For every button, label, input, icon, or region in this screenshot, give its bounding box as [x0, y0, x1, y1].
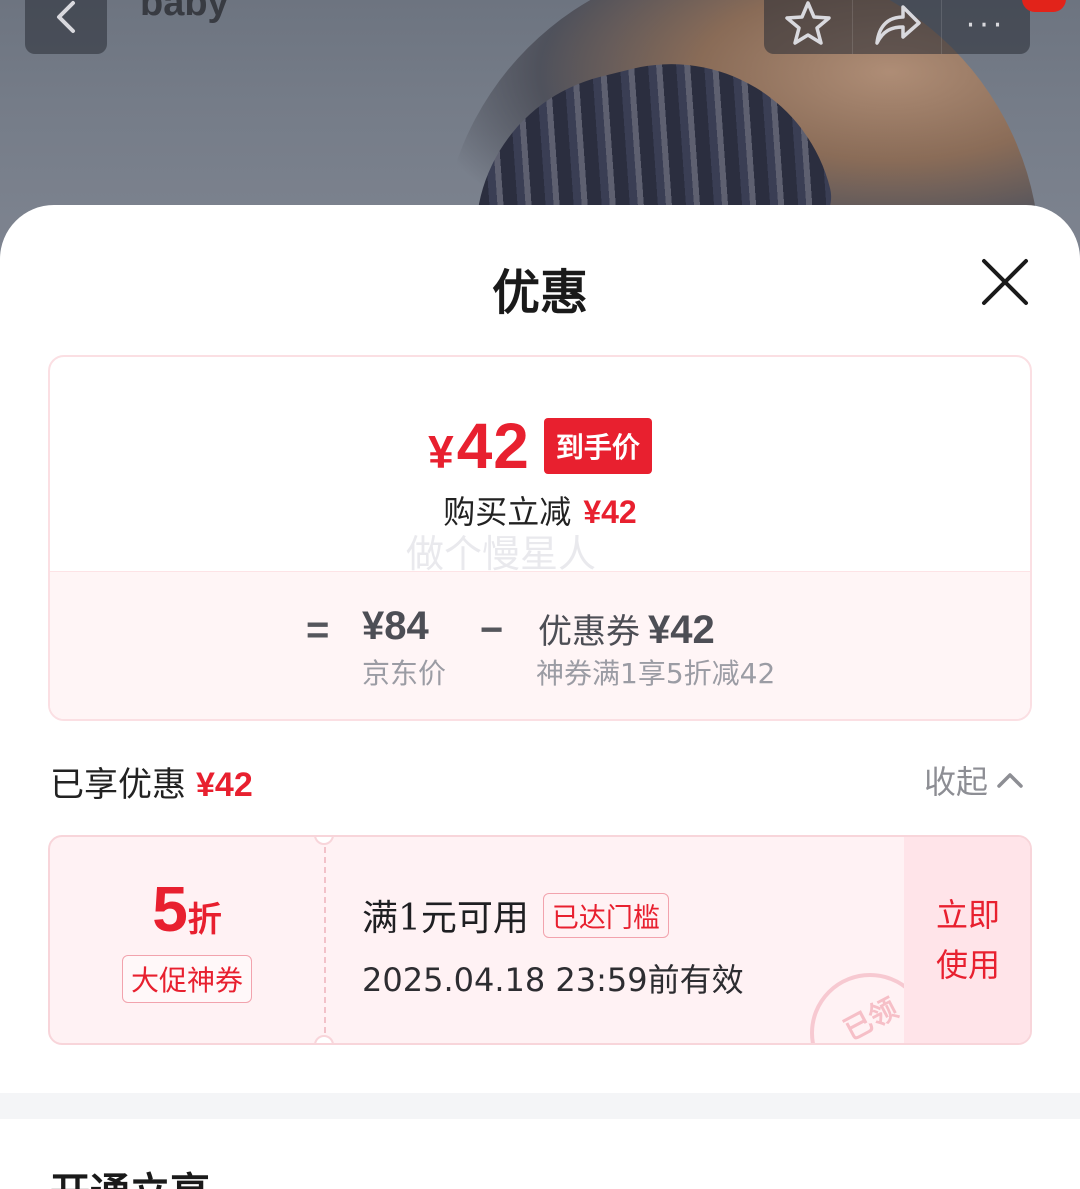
coupon-deduction: 优惠券 ¥42 [538, 604, 715, 653]
section-separator [0, 1093, 1080, 1119]
coupon-rate-value: 5 [152, 873, 188, 945]
favorite-button[interactable] [764, 0, 852, 54]
more-dots-icon: ··· [965, 8, 1007, 43]
coupon-description: 神券满1享5折减42 [536, 657, 776, 690]
enjoyed-amount: ¥42 [196, 766, 253, 804]
final-price-tag: 到手价 [543, 418, 652, 474]
close-button[interactable] [978, 255, 1032, 309]
final-price-value: 42 [456, 410, 530, 482]
back-button[interactable] [25, 0, 107, 54]
final-price: ¥42 [428, 409, 530, 483]
notification-badge [1022, 0, 1066, 12]
back-arrow-icon [57, 1, 75, 33]
header-actions: ··· [764, 0, 1030, 54]
sheet-title: 优惠 [491, 265, 588, 321]
price-breakdown: = ¥84 京东价 − 优惠券 ¥42 神券满1享5折减42 [50, 571, 1030, 719]
jd-price: ¥84 [362, 604, 429, 648]
close-icon [982, 259, 1028, 305]
coupon-details: 满1元可用 已达门槛 2025.04.18 23:59前有效 [362, 889, 744, 1001]
coupon-condition-row: 满1元可用 已达门槛 [362, 889, 744, 941]
share-icon [875, 5, 921, 45]
coupon-type-tag: 大促神券 [121, 955, 252, 1003]
chevron-up-icon [997, 773, 1023, 788]
watermark: 做个慢星人 [406, 532, 597, 576]
coupon-rate-block: 5折 大促神券 [50, 837, 324, 1043]
coupon-rate-unit: 折 [187, 901, 222, 939]
price-summary-card: ¥42 到手价 购买立减 ¥42 做个慢星人 = ¥84 京东价 − 优惠券 ¥42… [48, 355, 1032, 721]
stamp-text: 已领 [838, 991, 904, 1045]
coupon-rate: 5折 [152, 877, 222, 941]
collapse-toggle[interactable]: 收起 [924, 757, 1024, 803]
more-button[interactable]: ··· [941, 0, 1030, 54]
equals-sign: = [306, 608, 330, 652]
minus-sign: − [480, 608, 504, 652]
membership-section-title: 开通立享 [50, 1160, 210, 1189]
final-price-row: ¥42 到手价 [50, 409, 1030, 483]
enjoyed-discount: 已享优惠 ¥42 [50, 757, 253, 806]
use-now-button[interactable]: 立即使用 [904, 837, 1030, 1043]
coupon-notch-bottom [314, 1035, 334, 1043]
collapse-label: 收起 [924, 763, 989, 801]
coupon-condition: 满1元可用 [362, 898, 529, 939]
jd-price-label: 京东价 [362, 657, 447, 690]
threshold-reached-tag: 已达门槛 [542, 892, 669, 938]
use-now-label: 立即使用 [935, 896, 1000, 984]
coupon-card: 5折 大促神券 满1元可用 已达门槛 2025.04.18 23:59前有效 已… [48, 835, 1032, 1045]
coupon-amount: ¥42 [648, 608, 715, 652]
enjoyed-label: 已享优惠 [50, 765, 186, 805]
coupon-validity: 2025.04.18 23:59前有效 [362, 961, 744, 999]
share-button[interactable] [852, 0, 941, 54]
currency-symbol: ¥ [428, 426, 455, 478]
discount-sheet: 优惠 ¥42 到手价 购买立减 ¥42 做个慢星人 = ¥84 京东价 − 优惠券… [0, 205, 1080, 1189]
star-icon [785, 1, 831, 45]
coupon-divider [324, 837, 326, 1043]
coupon-label: 优惠券 [538, 612, 640, 652]
brand-logo: baby [140, 0, 229, 24]
